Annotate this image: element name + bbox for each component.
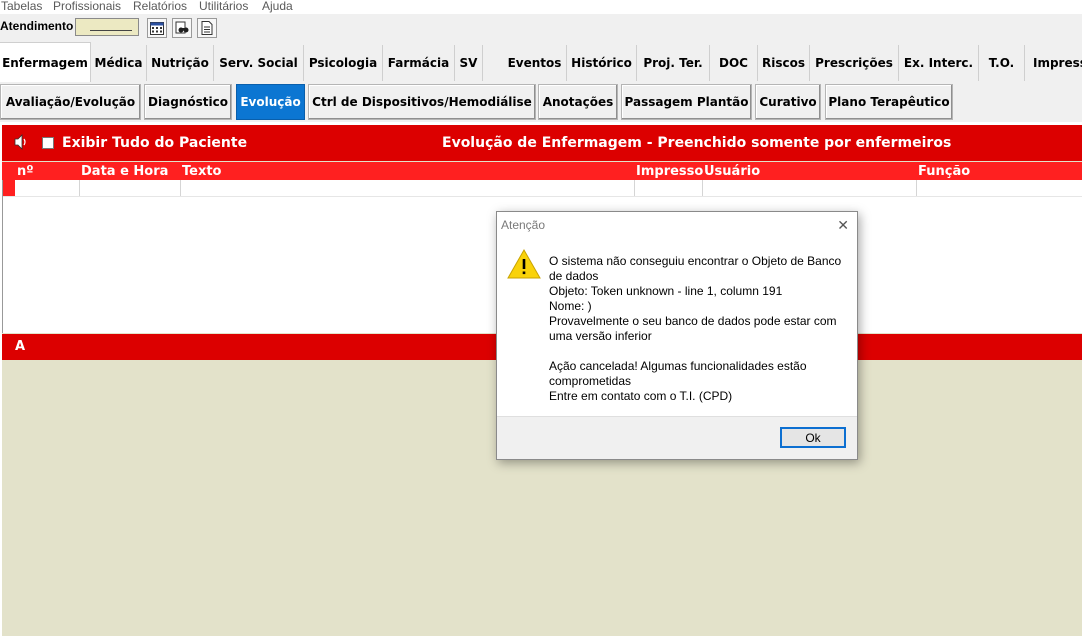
ok-button[interactable]: Ok: [780, 427, 846, 448]
dialog-message: O sistema não conseguiu encontrar o Obje…: [549, 254, 849, 404]
subtab-diagnostico[interactable]: Diagnóstico: [144, 84, 232, 120]
message-line: Provavelmente o seu banco de dados pode …: [549, 314, 837, 328]
message-line: Entre em contato com o T.I. (CPD): [549, 389, 733, 403]
subtab-evolucao[interactable]: Evolução: [236, 84, 305, 120]
exibir-tudo-checkbox[interactable]: [42, 137, 54, 149]
subtab-curativo[interactable]: Curativo: [755, 84, 821, 120]
tab-impress[interactable]: Impress: [1025, 45, 1082, 81]
message-line: Ação cancelada! Algumas funcionalidades …: [549, 359, 807, 373]
message-line: comprometidas: [549, 374, 632, 388]
calendar-icon: [150, 22, 164, 35]
menu-bar: Tabelas Profissionais Relatórios Utilitá…: [0, 0, 1082, 14]
calendar-button[interactable]: [147, 18, 167, 38]
search-patient-button[interactable]: [172, 18, 192, 38]
column-header-impresso[interactable]: Impresso: [636, 164, 703, 179]
column-header-funcao[interactable]: Função: [918, 164, 970, 179]
tab-to[interactable]: T.O.: [979, 45, 1025, 81]
message-line: de dados: [549, 269, 599, 283]
column-header-usuario[interactable]: Usuário: [704, 164, 760, 179]
column-divider: [634, 180, 635, 197]
tab-farmacia[interactable]: Farmácia: [383, 45, 455, 81]
tab-nutricao[interactable]: Nutrição: [147, 45, 214, 81]
warning-icon: [507, 248, 541, 279]
menu-profissionais[interactable]: Profissionais: [53, 0, 121, 13]
message-line: uma versão inferior: [549, 329, 652, 343]
column-divider: [702, 180, 703, 197]
tab-riscos[interactable]: Riscos: [758, 45, 810, 81]
panel-header: Exibir Tudo do Paciente Evolução de Enfe…: [2, 125, 1082, 161]
tab-enfermagem[interactable]: Enfermagem: [0, 42, 91, 83]
menu-utilitarios[interactable]: Utilitários: [199, 0, 248, 13]
subtab-anotacoes[interactable]: Anotações: [538, 84, 618, 120]
warning-dialog: Atenção ✕ O sistema não conseguiu encont…: [496, 211, 858, 460]
tab-proj-ter[interactable]: Proj. Ter.: [637, 45, 710, 81]
column-header-numero[interactable]: nº: [17, 164, 34, 179]
atendimento-label: Atendimento: [0, 19, 74, 33]
subtab-ctrl-dispositivos[interactable]: Ctrl de Dispositivos/Hemodiálise: [308, 84, 536, 120]
dialog-title: Atenção: [501, 218, 546, 232]
tab-historico[interactable]: Histórico: [567, 45, 637, 81]
main-tab-bar: Enfermagem Médica Nutrição Serv. Social …: [0, 42, 1082, 83]
message-line: [549, 344, 849, 359]
menu-ajuda[interactable]: Ajuda: [262, 0, 293, 13]
message-line: Objeto: Token unknown - line 1, column 1…: [549, 284, 783, 298]
column-header-data-hora[interactable]: Data e Hora: [81, 164, 168, 179]
column-divider: [180, 180, 181, 197]
panel-title: Evolução de Enfermagem - Preenchido some…: [442, 135, 952, 151]
column-divider: [916, 180, 917, 197]
message-line: Nome: ): [549, 299, 592, 313]
tab-eventos[interactable]: Eventos: [503, 45, 567, 81]
document-icon: [201, 21, 213, 35]
table-row[interactable]: [3, 196, 1082, 197]
binoculars-icon: [175, 21, 189, 34]
atendimento-toolbar: Atendimento: [0, 14, 1082, 42]
column-header-texto[interactable]: Texto: [182, 164, 222, 179]
secondary-section-label: A: [15, 339, 26, 354]
speaker-icon[interactable]: [14, 134, 28, 153]
menu-relatorios[interactable]: Relatórios: [133, 0, 187, 13]
tab-psicologia[interactable]: Psicologia: [304, 45, 383, 81]
table-header: nº Data e Hora Texto Impresso Usuário Fu…: [2, 162, 1082, 180]
menu-tabelas[interactable]: Tabelas: [1, 0, 42, 13]
row-selector[interactable]: [3, 180, 15, 197]
column-divider: [79, 180, 80, 197]
exibir-tudo-label[interactable]: Exibir Tudo do Paciente: [62, 135, 247, 151]
close-icon[interactable]: ✕: [837, 218, 849, 232]
subtab-plano-terapeutico[interactable]: Plano Terapêutico: [825, 84, 953, 120]
dialog-footer: Ok: [497, 416, 857, 459]
message-line: O sistema não conseguiu encontrar o Obje…: [549, 254, 842, 268]
tab-doc[interactable]: DOC: [710, 45, 758, 81]
tab-sv[interactable]: SV: [455, 45, 483, 81]
atendimento-field[interactable]: [75, 18, 139, 36]
subtab-passagem-plantao[interactable]: Passagem Plantão: [621, 84, 752, 120]
subtab-avaliacao-evolucao[interactable]: Avaliação/Evolução: [0, 84, 141, 120]
tab-ex-interc[interactable]: Ex. Interc.: [899, 45, 979, 81]
tab-medica[interactable]: Médica: [91, 45, 147, 81]
sub-tab-bar: Avaliação/Evolução Diagnóstico Evolução …: [0, 82, 1082, 122]
tab-prescricoes[interactable]: Prescrições: [810, 45, 899, 81]
document-button[interactable]: [197, 18, 217, 38]
tab-serv-social[interactable]: Serv. Social: [214, 45, 304, 81]
